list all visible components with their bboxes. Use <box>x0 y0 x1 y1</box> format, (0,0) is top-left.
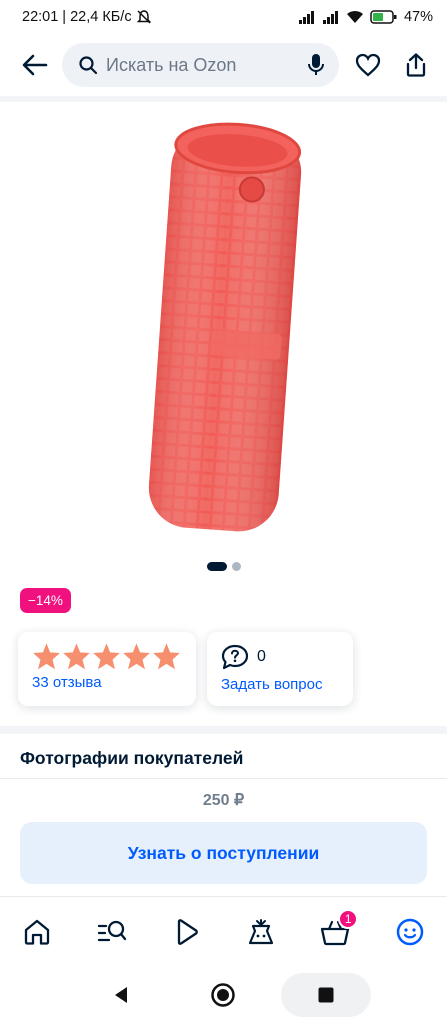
price: 250 ₽ <box>202 792 245 809</box>
mute-icon <box>136 10 151 24</box>
product-photo <box>148 122 302 532</box>
ask-question-link[interactable]: Задать вопрос <box>221 676 339 693</box>
questions-card[interactable]: 0 Задать вопрос <box>207 632 353 706</box>
carousel-dot <box>231 562 241 571</box>
star-icon <box>123 643 150 670</box>
share-icon <box>406 53 426 77</box>
signal-icon <box>298 11 314 24</box>
microphone-icon[interactable] <box>307 53 325 77</box>
system-back-button[interactable] <box>76 973 166 1017</box>
nav-home[interactable] <box>12 907 62 957</box>
network-speed: 22,4 КБ/с <box>70 9 132 25</box>
search-catalog-icon <box>97 920 126 941</box>
signal-icon <box>322 11 338 24</box>
nav-catalog[interactable] <box>87 907 137 957</box>
system-home-button[interactable] <box>178 973 268 1017</box>
discount-badge: −14% <box>20 588 71 613</box>
fresh-icon <box>248 918 273 944</box>
arrow-left-icon <box>22 54 48 76</box>
wifi-icon <box>346 10 363 23</box>
video-icon <box>178 918 199 945</box>
cart-badge: 1 <box>338 908 359 929</box>
question-bubble-icon <box>221 644 249 670</box>
battery-icon <box>370 10 397 24</box>
back-button[interactable] <box>18 48 52 82</box>
nav-profile[interactable] <box>385 907 435 957</box>
square-recents-icon <box>318 987 334 1003</box>
circle-home-icon <box>211 983 236 1007</box>
carousel-dot-active <box>206 562 227 571</box>
triangle-back-icon <box>115 987 128 1003</box>
favorite-button[interactable] <box>349 46 387 84</box>
star-icon <box>33 643 60 670</box>
share-button[interactable] <box>397 46 435 84</box>
nav-cart[interactable]: 1 <box>310 907 360 957</box>
status-time: 22:01 <box>22 9 59 25</box>
divider <box>0 778 447 779</box>
header-divider <box>0 96 447 102</box>
search-input[interactable]: Искать на Ozon <box>62 43 339 87</box>
product-image[interactable] <box>120 110 330 550</box>
rating-stars <box>32 642 182 670</box>
star-icon <box>63 643 90 670</box>
search-icon <box>79 56 98 75</box>
header: Искать на Ozon <box>0 34 447 96</box>
questions-count: 0 <box>257 648 266 665</box>
star-icon <box>93 643 120 670</box>
nav-fresh[interactable] <box>236 907 286 957</box>
system-recents-button[interactable] <box>280 973 371 1017</box>
carousel-indicator <box>0 562 447 571</box>
star-icon <box>153 643 180 670</box>
section-divider <box>0 726 447 734</box>
home-icon <box>25 919 50 945</box>
customer-photos-title[interactable]: Фотографии покупателей <box>20 748 243 769</box>
battery-percent: 47% <box>403 9 433 25</box>
status-bar: 22:01 | 22,4 КБ/с 47% <box>22 9 433 25</box>
reviews-link[interactable]: 33 отзыва <box>32 674 182 691</box>
search-placeholder: Искать на Ozon <box>106 54 237 75</box>
notify-button[interactable]: Узнать о поступлении <box>20 822 427 884</box>
profile-icon <box>396 918 423 945</box>
heart-icon <box>355 53 381 77</box>
rating-card[interactable]: 33 отзыва <box>18 632 196 706</box>
nav-video[interactable] <box>161 907 211 957</box>
bottom-nav: 1 <box>0 896 447 966</box>
system-navigation <box>0 966 447 1024</box>
